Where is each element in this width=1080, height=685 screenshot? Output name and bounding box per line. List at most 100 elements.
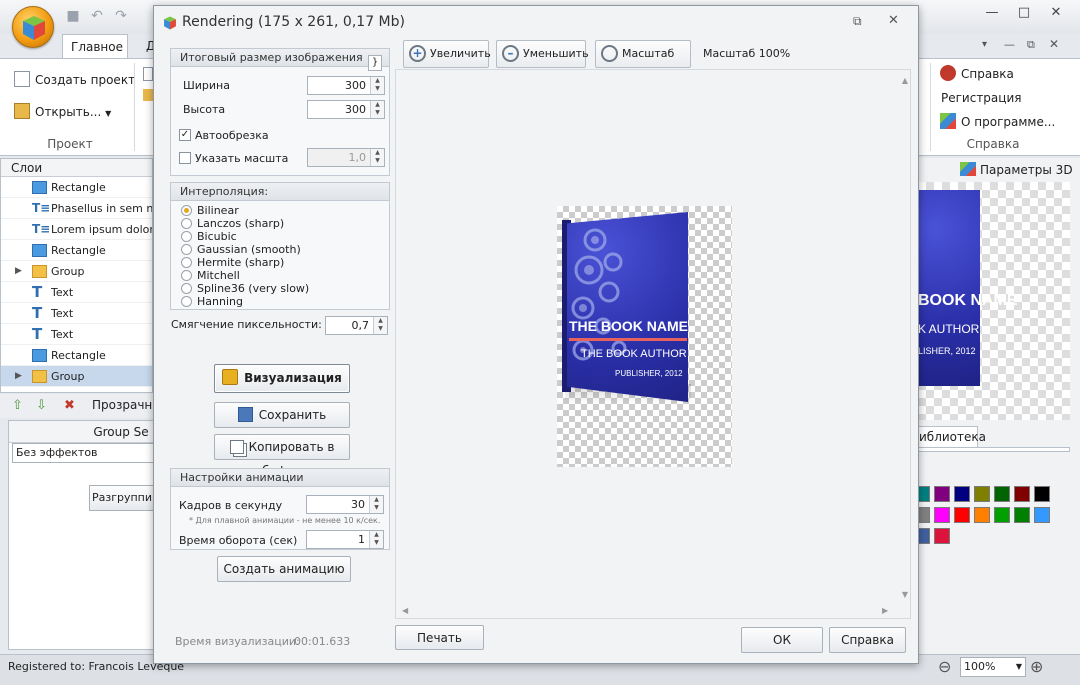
layer-row[interactable]: T≡Phasellus in sem non — [1, 198, 152, 219]
interpolation-radio[interactable] — [181, 283, 192, 294]
params3d-tab[interactable]: Параметры 3D — [960, 162, 1073, 177]
interpolation-radio[interactable] — [181, 244, 192, 255]
color-swatch[interactable] — [994, 507, 1010, 523]
color-swatch[interactable] — [974, 486, 990, 502]
undo-icon[interactable]: ↶ — [88, 8, 106, 24]
render-canvas[interactable]: ▲ ▼ ◀ ▶ THE BOOK NAME THE BOOK AUTHOR PU… — [395, 69, 911, 619]
zoom-in-button[interactable]: + Увеличить — [403, 40, 491, 68]
interpolation-radio[interactable] — [181, 205, 192, 216]
chevron-down-icon: ▼ — [105, 109, 112, 118]
autocrop-checkbox[interactable]: ✓ — [179, 129, 191, 141]
rotation-spinner[interactable]: 1 ▲ ▼ — [306, 530, 384, 549]
scroll-right-icon[interactable]: ▶ — [882, 606, 888, 615]
move-down-icon[interactable]: ⇩ — [36, 398, 47, 413]
scale-checkbox[interactable] — [179, 152, 191, 164]
maximize-icon[interactable]: □ — [1012, 4, 1036, 22]
zoom-in-icon[interactable]: ⊕ — [1030, 657, 1043, 676]
fps-spinner[interactable]: 30 ▲ ▼ — [306, 495, 384, 514]
ribbon-paste-icon[interactable] — [143, 89, 153, 101]
color-swatch[interactable] — [1014, 486, 1030, 502]
zoom-1-1-button[interactable]: Масштаб 1:1 — [595, 40, 691, 86]
spin-arrows-icon[interactable]: ▲ ▼ — [370, 77, 384, 94]
tab-main[interactable]: Главное — [62, 34, 128, 58]
color-swatch[interactable] — [954, 507, 970, 523]
layer-row[interactable]: T Text — [1, 282, 152, 303]
ribbon-restore-min-icon[interactable]: — — [1004, 38, 1015, 51]
ribbon-help-icon[interactable]: ▾ — [982, 39, 987, 50]
color-swatch[interactable] — [934, 507, 950, 523]
dialog-restore-icon[interactable]: ⧉ — [853, 14, 862, 29]
open-button[interactable]: Открыть... ▼ — [14, 101, 111, 123]
visualize-button[interactable]: Визуализация — [214, 364, 350, 393]
redo-icon[interactable]: ↷ — [112, 8, 130, 24]
dialog-close-icon[interactable]: ✕ — [888, 13, 899, 28]
height-label: Высота — [183, 103, 226, 116]
zoom-out-button[interactable]: – Уменьшить — [496, 40, 589, 68]
expand-icon[interactable]: ▶ — [15, 261, 22, 281]
save-quick-icon[interactable]: ■ — [64, 8, 82, 24]
ok-button[interactable]: ОК — [741, 627, 823, 653]
print-button[interactable]: Печать — [395, 625, 484, 650]
help-dialog-button[interactable]: Справка — [829, 627, 906, 653]
zoom-select[interactable]: 100% ▼ — [960, 657, 1026, 677]
create-animation-button[interactable]: Создать анимацию — [217, 556, 351, 582]
delete-icon[interactable]: ✖ — [64, 398, 75, 413]
layer-label: Rectangle — [51, 244, 106, 257]
right-panel: Параметры 3D BOOK NAME K AUTHOR LISHER, … — [914, 158, 1080, 654]
spin-arrows-icon[interactable]: ▲ ▼ — [373, 317, 387, 334]
width-spinner[interactable]: 300 ▲ ▼ — [307, 76, 385, 95]
smoothing-label: Смягчение пиксельности: — [171, 318, 322, 331]
group-folder-icon — [32, 370, 47, 383]
ribbon-restore-icon[interactable]: ⧉ — [1027, 38, 1035, 52]
library-tab[interactable]: иблиотека — [918, 426, 986, 448]
spin-arrows-icon[interactable]: ▲ ▼ — [370, 101, 384, 118]
about-button[interactable]: О программе... — [940, 111, 1055, 133]
zoom-out-icon[interactable]: ⊖ — [938, 657, 951, 676]
spin-arrows-icon[interactable]: ▲ ▼ — [370, 149, 384, 166]
color-swatch[interactable] — [974, 507, 990, 523]
layer-row[interactable]: T≡Lorem ipsum dolor sit — [1, 219, 152, 240]
color-swatch[interactable] — [934, 486, 950, 502]
color-swatch[interactable] — [954, 486, 970, 502]
fps-label: Кадров в секунду — [179, 499, 283, 512]
layer-row[interactable]: Rectangle — [1, 240, 152, 261]
scale-spinner[interactable]: 1,0 ▲ ▼ — [307, 148, 385, 167]
registration-button[interactable]: Регистрация — [941, 87, 1021, 109]
layer-row[interactable]: Rectangle — [1, 177, 152, 198]
expand-icon[interactable]: ▶ — [15, 366, 22, 386]
color-swatch[interactable] — [1014, 507, 1030, 523]
interpolation-radio[interactable] — [181, 231, 192, 242]
interpolation-radio[interactable] — [181, 218, 192, 229]
color-swatch[interactable] — [1034, 507, 1050, 523]
layer-row[interactable]: T Text — [1, 324, 152, 345]
spin-arrows-icon[interactable]: ▲ ▼ — [369, 496, 383, 513]
layer-row[interactable]: Rectangle — [1, 345, 152, 366]
move-up-icon[interactable]: ⇧ — [12, 398, 23, 413]
color-swatch[interactable] — [994, 486, 1010, 502]
ungroup-button[interactable]: Разгруппиро — [89, 485, 155, 511]
size-panel-collapse-button[interactable]: } — [368, 55, 382, 71]
scroll-down-icon[interactable]: ▼ — [902, 590, 908, 599]
layer-row[interactable]: ▶ Group — [1, 366, 152, 387]
create-project-button[interactable]: Создать проект — [14, 69, 135, 91]
ribbon-doc-icon[interactable] — [143, 67, 153, 81]
minimize-icon[interactable]: — — [980, 4, 1004, 22]
scroll-up-icon[interactable]: ▲ — [902, 76, 908, 85]
ribbon-close-icon[interactable]: ✕ — [1049, 37, 1059, 51]
spin-arrows-icon[interactable]: ▲ ▼ — [369, 531, 383, 548]
interpolation-radio[interactable] — [181, 296, 192, 307]
layer-row[interactable]: T Text — [1, 303, 152, 324]
height-spinner[interactable]: 300 ▲ ▼ — [307, 100, 385, 119]
color-swatch[interactable] — [934, 528, 950, 544]
effects-select[interactable]: Без эффектов — [12, 443, 154, 463]
scroll-left-icon[interactable]: ◀ — [402, 606, 408, 615]
interpolation-radio[interactable] — [181, 270, 192, 281]
layer-row[interactable]: ▶ Group — [1, 261, 152, 282]
smoothing-spinner[interactable]: 0,7 ▲ ▼ — [325, 316, 388, 335]
color-swatch[interactable] — [1034, 486, 1050, 502]
interpolation-radio[interactable] — [181, 257, 192, 268]
save-button[interactable]: Сохранить — [214, 402, 350, 428]
help-button[interactable]: Справка — [940, 63, 1014, 85]
copy-button[interactable]: Копировать в буфер — [214, 434, 350, 478]
close-icon[interactable]: ✕ — [1044, 4, 1068, 22]
